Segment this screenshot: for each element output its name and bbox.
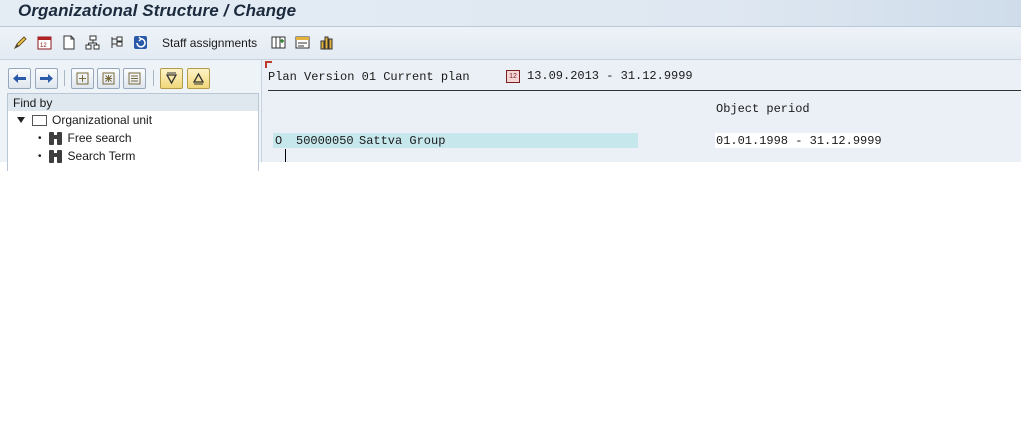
structure-icon[interactable] xyxy=(108,34,125,51)
subtree-icon[interactable] xyxy=(123,68,146,89)
tree-node-label: Organizational unit xyxy=(52,113,153,127)
pencil-icon[interactable] xyxy=(12,34,29,51)
tree-node-organizational-unit[interactable]: Organizational unit xyxy=(16,112,152,128)
back-arrow-icon[interactable] xyxy=(8,68,31,89)
refresh-icon[interactable] xyxy=(132,34,149,51)
toolbar-separator xyxy=(64,70,65,86)
search-tree: Organizational unit • Free search • Sear… xyxy=(7,111,259,171)
overview-area: Plan Version 01 Current plan 12 13.09.20… xyxy=(262,60,1021,162)
object-type[interactable]: O xyxy=(275,134,282,148)
expand-icon[interactable] xyxy=(71,68,94,89)
calendar-icon[interactable]: 12 xyxy=(506,69,520,83)
toolbar-separator xyxy=(153,70,154,86)
collapse-icon[interactable] xyxy=(97,68,120,89)
plan-version-label: Plan Version 01 Current plan xyxy=(268,70,470,84)
document-icon[interactable] xyxy=(60,34,77,51)
object-name[interactable]: Sattva Group xyxy=(359,134,445,148)
header-divider xyxy=(268,90,1021,91)
sort-down-icon[interactable] xyxy=(160,68,183,89)
column-header-object-period: Object period xyxy=(716,102,810,116)
org-unit-icon xyxy=(32,114,47,126)
find-by-label: Find by xyxy=(13,96,53,110)
focus-corner-marker xyxy=(265,61,272,68)
binoculars-icon xyxy=(48,131,63,145)
tree-node-label: Free search xyxy=(67,131,132,145)
forward-arrow-icon[interactable] xyxy=(35,68,58,89)
tree-node-free-search[interactable]: • Free search xyxy=(38,130,132,146)
graphic-icon[interactable] xyxy=(318,34,335,51)
window-title: Organizational Structure / Change xyxy=(18,1,297,20)
tree-node-search-term[interactable]: • Search Term xyxy=(38,148,135,164)
search-area: Find by Organizational unit • Free searc… xyxy=(0,60,262,171)
tree-connector-line xyxy=(285,149,286,162)
object-period-value: 01.01.1998 - 31.12.9999 xyxy=(716,134,882,148)
staff-assignments-button[interactable]: Staff assignments xyxy=(162,36,257,50)
sort-up-icon[interactable] xyxy=(187,68,210,89)
period-value: 13.09.2013 - 31.12.9999 xyxy=(527,69,693,83)
bullet-icon: • xyxy=(38,150,42,162)
object-id[interactable]: 50000050 xyxy=(296,134,354,148)
binoculars-icon xyxy=(48,149,63,163)
find-by-header: Find by xyxy=(7,93,259,113)
svg-text:12: 12 xyxy=(40,43,47,49)
details-icon[interactable] xyxy=(294,34,311,51)
application-toolbar: 12 Staff assignments xyxy=(0,27,1021,60)
calendar-icon[interactable]: 12 xyxy=(36,34,53,51)
expand-triangle-icon[interactable] xyxy=(16,116,26,124)
title-bar: Organizational Structure / Change xyxy=(0,0,1021,27)
bullet-icon: • xyxy=(38,132,42,144)
hierarchy-icon[interactable] xyxy=(84,34,101,51)
add-column-icon[interactable] xyxy=(270,34,287,51)
tree-node-label: Search Term xyxy=(67,149,136,163)
period-display[interactable]: 12 13.09.2013 - 31.12.9999 xyxy=(506,69,693,83)
